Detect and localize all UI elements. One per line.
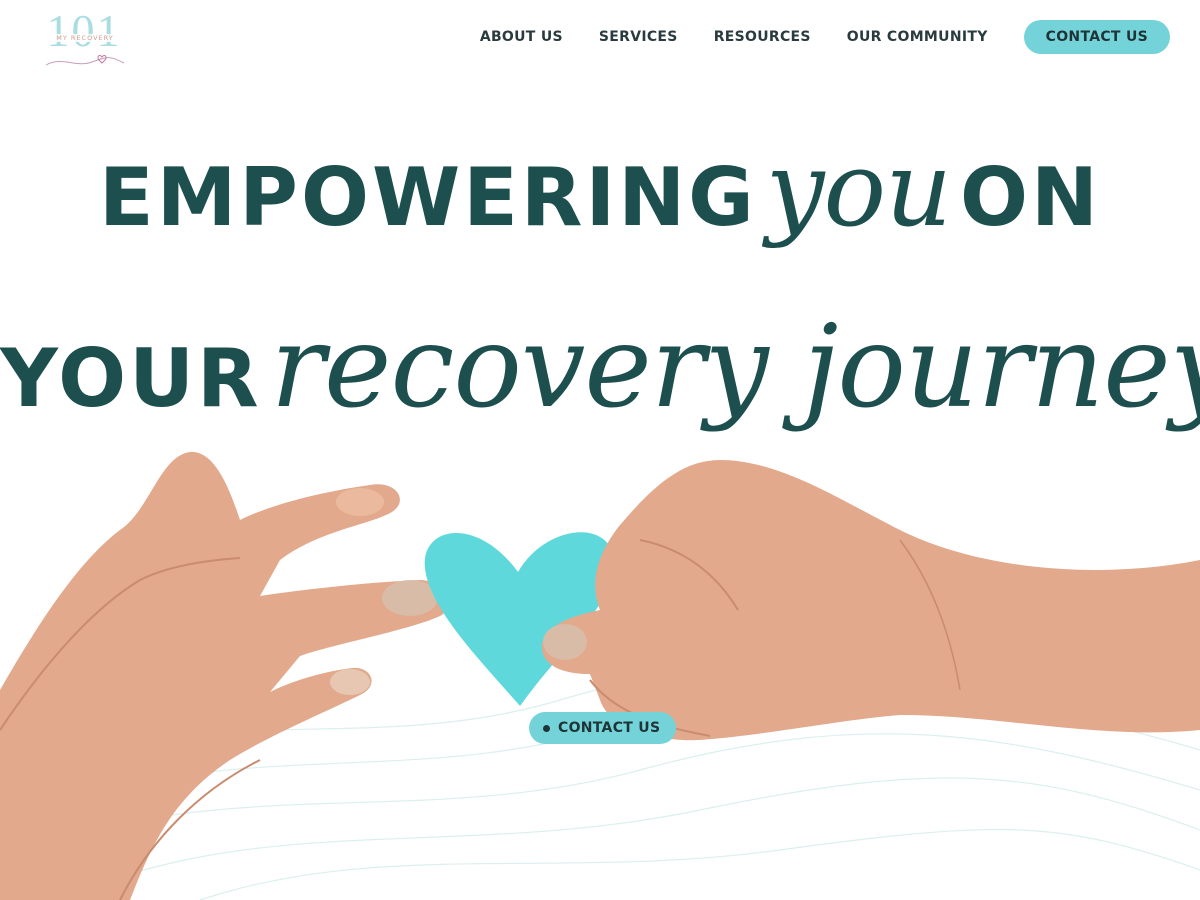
headline-script-recovery-journey: recovery journey — [270, 300, 1200, 433]
headline-word-on: ON — [959, 151, 1101, 244]
bullet-dot-icon — [543, 724, 550, 732]
headline-script-you: you — [765, 128, 952, 250]
hero-headline-line-2: YOUR recovery journey — [0, 300, 1200, 433]
logo-number: 101 — [46, 5, 122, 56]
hero-image — [0, 451, 1200, 900]
nav-resources[interactable]: RESOURCES — [714, 29, 811, 45]
hero-contact-button[interactable]: CONTACT US — [529, 712, 677, 744]
headline-word-your: YOUR — [0, 332, 262, 425]
nav-contact-button[interactable]: CONTACT US — [1023, 20, 1170, 54]
logo-text: MY RECOVERY — [52, 34, 118, 42]
main-nav: ABOUT US SERVICES RESOURCES OUR COMMUNIT… — [480, 20, 1170, 54]
hero-contact-label: CONTACT US — [558, 720, 661, 736]
nav-our-community[interactable]: OUR COMMUNITY — [847, 29, 988, 45]
nav-services[interactable]: SERVICES — [599, 29, 678, 45]
landing-page: 101 MY RECOVERY ABOUT US SERVICES RESOUR… — [0, 0, 1200, 900]
headline-word-empowering: EMPOWERING — [99, 151, 757, 244]
right-hand-icon — [541, 460, 1200, 741]
nav-about-us[interactable]: ABOUT US — [480, 29, 563, 45]
left-hand-icon — [0, 451, 448, 900]
hero-headline-line-1: EMPOWERING you ON — [0, 128, 1200, 250]
brand-logo[interactable]: 101 MY RECOVERY — [36, 8, 132, 72]
logo-swirl-icon — [45, 55, 125, 66]
site-header: 101 MY RECOVERY ABOUT US SERVICES RESOUR… — [0, 0, 1200, 80]
